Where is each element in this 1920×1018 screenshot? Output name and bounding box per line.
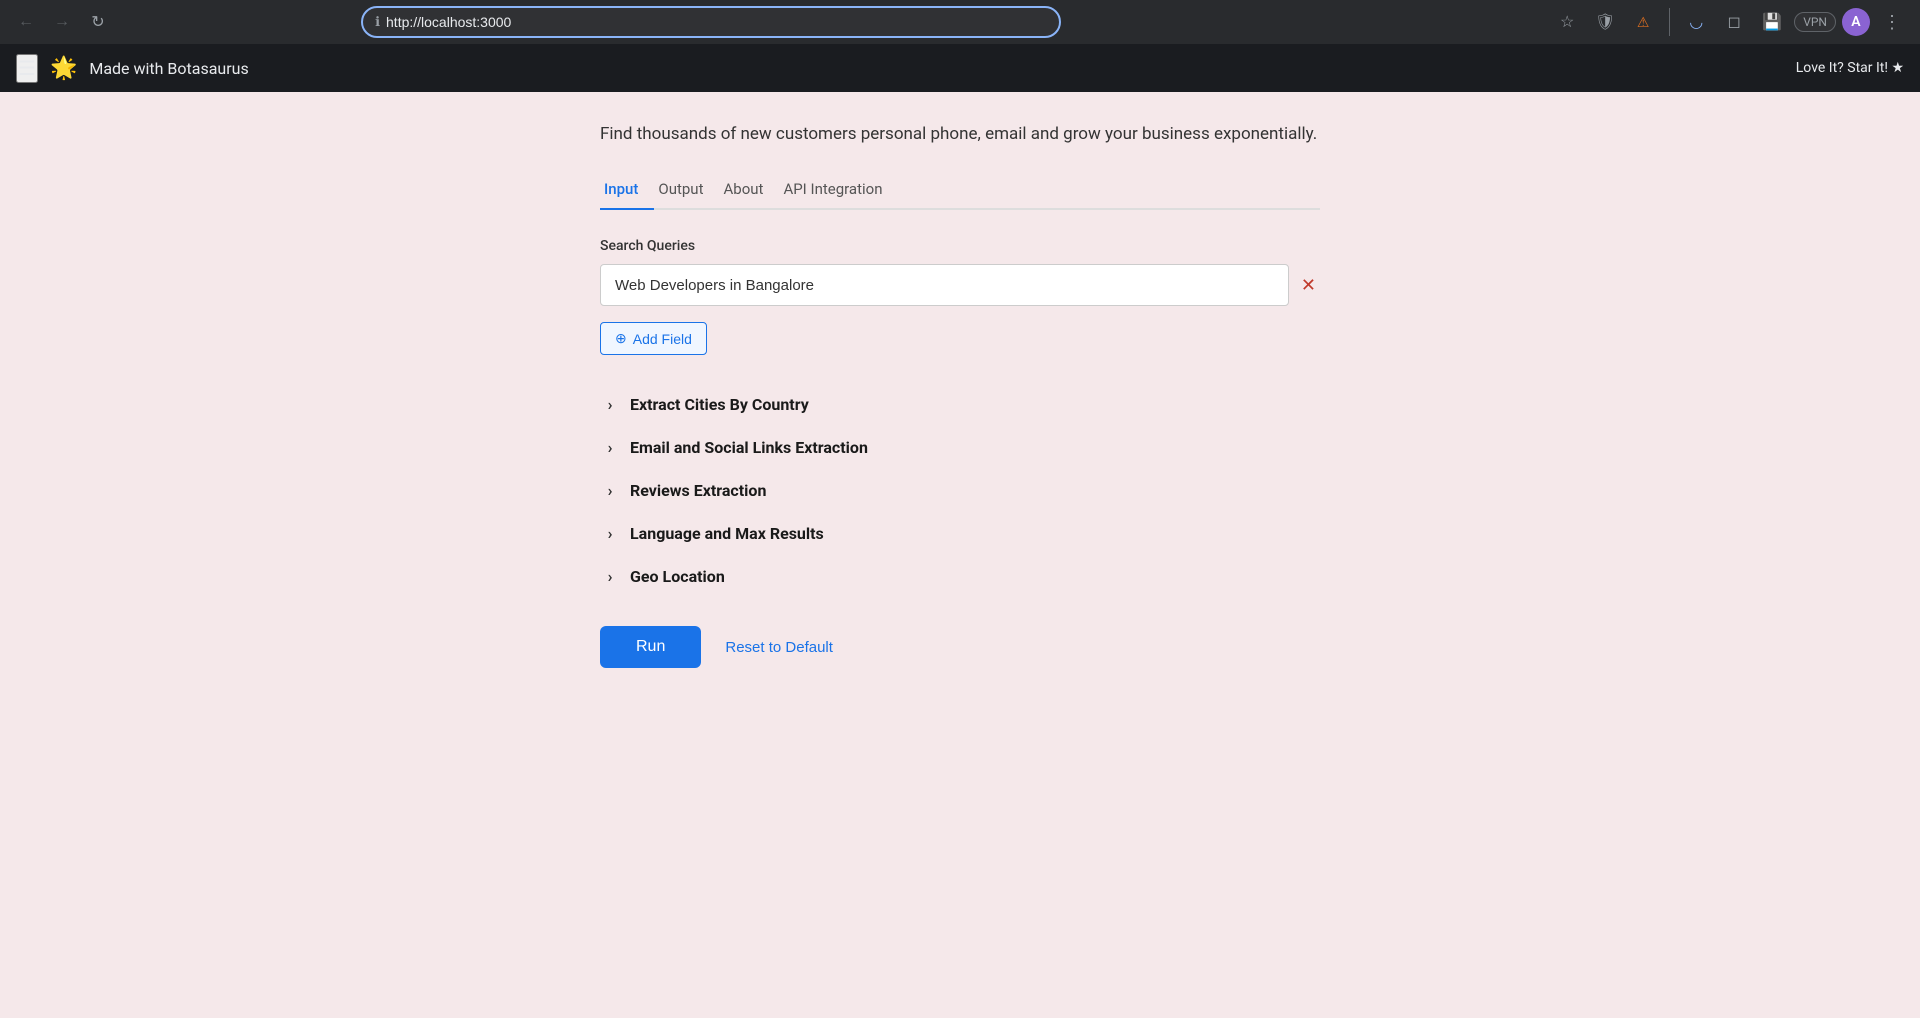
- main-content: Find thousands of new customers personal…: [0, 92, 1920, 1018]
- app-header: ☰ 🌟 Made with Botasaurus Love It? Star I…: [0, 44, 1920, 92]
- accordion-title-geo-location: Geo Location: [630, 567, 725, 586]
- address-bar-container: ℹ: [361, 6, 1061, 38]
- action-row: Run Reset to Default: [600, 626, 1320, 668]
- bookmark-button[interactable]: ☆: [1551, 6, 1583, 38]
- run-button[interactable]: Run: [600, 626, 701, 668]
- tab-about[interactable]: About: [719, 172, 779, 210]
- browser-menu-button[interactable]: ⋮: [1876, 6, 1908, 38]
- app-title: Made with Botasaurus: [89, 59, 248, 78]
- shield-button[interactable]: 🛡: [1589, 6, 1621, 38]
- accordion-language-max: › Language and Max Results: [600, 512, 1320, 555]
- address-bar[interactable]: ℹ: [361, 6, 1061, 38]
- chevron-extract-cities-icon: ›: [600, 395, 620, 414]
- accordion-header-email-social[interactable]: › Email and Social Links Extraction: [600, 426, 1320, 469]
- search-queries-label: Search Queries: [600, 238, 1320, 254]
- accordion-header-extract-cities[interactable]: › Extract Cities By Country: [600, 383, 1320, 426]
- tagline: Find thousands of new customers personal…: [600, 124, 1320, 144]
- search-query-input[interactable]: [600, 264, 1289, 306]
- save-button[interactable]: 💾: [1756, 6, 1788, 38]
- chevron-reviews-icon: ›: [600, 481, 620, 500]
- app-header-left: ☰ 🌟 Made with Botasaurus: [16, 54, 249, 83]
- tab-api-integration[interactable]: API Integration: [779, 172, 898, 210]
- content-wrapper: Find thousands of new customers personal…: [560, 124, 1360, 668]
- accordion-title-extract-cities: Extract Cities By Country: [630, 395, 809, 414]
- accordion-reviews: › Reviews Extraction: [600, 469, 1320, 512]
- accordion-header-geo-location[interactable]: › Geo Location: [600, 555, 1320, 598]
- add-field-label: Add Field: [633, 331, 692, 347]
- accordion-title-reviews: Reviews Extraction: [630, 481, 766, 500]
- tab-input[interactable]: Input: [600, 172, 654, 210]
- accordion-email-social: › Email and Social Links Extraction: [600, 426, 1320, 469]
- vpn-button[interactable]: VPN: [1794, 12, 1836, 32]
- accordion-title-language-max: Language and Max Results: [630, 524, 824, 543]
- tab-output[interactable]: Output: [654, 172, 719, 210]
- add-field-icon: ⊕: [615, 330, 627, 347]
- extension-puzzle-button[interactable]: ◡: [1680, 6, 1712, 38]
- chevron-language-max-icon: ›: [600, 524, 620, 543]
- avatar-initial: A: [1851, 14, 1860, 30]
- reload-button[interactable]: ↻: [84, 8, 112, 36]
- split-screen-button[interactable]: ◻: [1718, 6, 1750, 38]
- toolbar-right-icons: ☆ 🛡 ⚠ ◡ ◻ 💾 VPN A ⋮: [1551, 6, 1908, 38]
- url-input[interactable]: [386, 14, 1047, 30]
- add-field-button[interactable]: ⊕ Add Field: [600, 322, 707, 355]
- search-input-row: ✕: [600, 264, 1320, 306]
- forward-button[interactable]: →: [48, 8, 76, 36]
- app-logo: 🌟: [50, 56, 77, 81]
- accordion-header-language-max[interactable]: › Language and Max Results: [600, 512, 1320, 555]
- clear-search-button[interactable]: ✕: [1297, 271, 1320, 300]
- vpn-label: VPN: [1803, 15, 1827, 29]
- browser-chrome: ← → ↻ ℹ ☆ 🛡 ⚠ ◡ ◻ 💾 VPN A ⋮: [0, 0, 1920, 44]
- tabs-container: Input Output About API Integration: [600, 172, 1320, 210]
- browser-toolbar: ← → ↻ ℹ ☆ 🛡 ⚠ ◡ ◻ 💾 VPN A ⋮: [0, 0, 1920, 44]
- profile-avatar[interactable]: A: [1842, 8, 1870, 36]
- accordion-title-email-social: Email and Social Links Extraction: [630, 438, 868, 457]
- chevron-geo-location-icon: ›: [600, 567, 620, 586]
- divider: [1669, 8, 1670, 36]
- accordion-geo-location: › Geo Location: [600, 555, 1320, 598]
- accordion-header-reviews[interactable]: › Reviews Extraction: [600, 469, 1320, 512]
- cta-text: Love It? Star It! ★: [1796, 60, 1904, 76]
- info-icon: ℹ: [375, 15, 380, 30]
- accordion-extract-cities: › Extract Cities By Country: [600, 383, 1320, 426]
- chevron-email-social-icon: ›: [600, 438, 620, 457]
- hamburger-menu-button[interactable]: ☰: [16, 54, 38, 83]
- back-button[interactable]: ←: [12, 8, 40, 36]
- reset-to-default-button[interactable]: Reset to Default: [725, 639, 833, 656]
- warning-button[interactable]: ⚠: [1627, 6, 1659, 38]
- app-header-cta[interactable]: Love It? Star It! ★: [1796, 60, 1904, 76]
